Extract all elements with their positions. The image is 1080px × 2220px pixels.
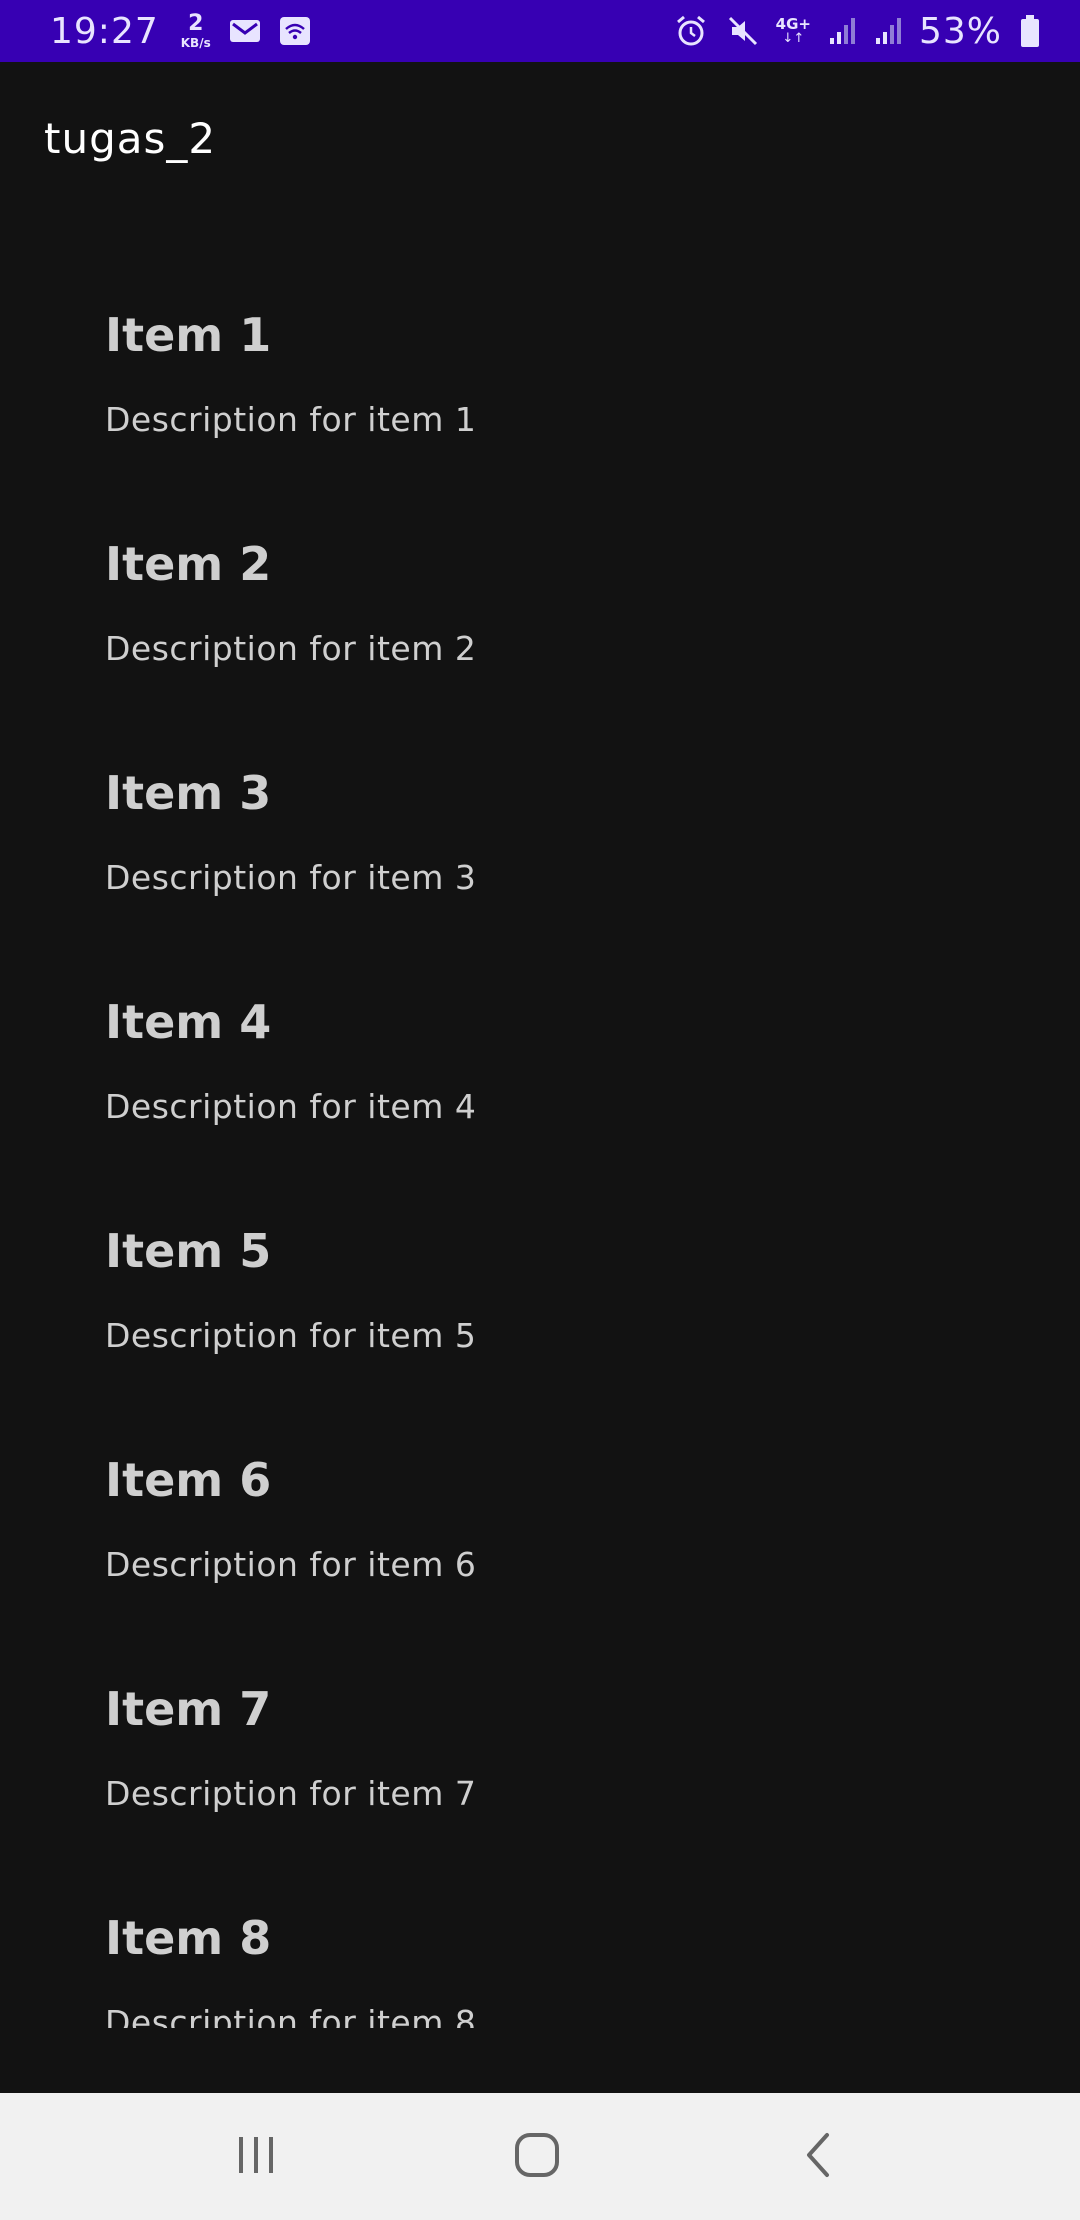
battery-percentage: 53% [918, 10, 1002, 52]
gmail-icon [229, 19, 261, 43]
list-item[interactable]: Item 4 Description for item 4 [0, 995, 1080, 1224]
recents-button[interactable] [176, 2093, 336, 2220]
item-description: Description for item 6 [105, 1545, 477, 1584]
network-type-label: 4G+ [775, 15, 811, 33]
status-time: 19:27 [50, 10, 159, 52]
list-item[interactable]: Item 3 Description for item 3 [0, 766, 1080, 995]
alarm-icon [674, 14, 708, 48]
list-item[interactable]: Item 5 Description for item 5 [0, 1224, 1080, 1453]
item-description: Description for item 5 [105, 1316, 477, 1355]
item-list-content: Item 1 Description for item 1 Item 2 Des… [0, 308, 1080, 2028]
back-icon [799, 2131, 839, 2183]
back-button[interactable] [739, 2093, 899, 2220]
item-title: Item 8 [105, 1911, 272, 1965]
list-item[interactable]: Item 1 Description for item 1 [0, 308, 1080, 537]
item-title: Item 5 [105, 1224, 272, 1278]
home-button[interactable] [457, 2093, 617, 2220]
item-description: Description for item 4 [105, 1087, 477, 1126]
battery-icon [1020, 14, 1040, 48]
item-title: Item 6 [105, 1453, 272, 1507]
status-bar-left: 19:27 2 KB/s [50, 11, 311, 52]
signal-icon [829, 16, 857, 46]
list-item[interactable]: Item 8 Description for item 8 [0, 1911, 1080, 2028]
item-title: Item 1 [105, 308, 272, 362]
item-title: Item 3 [105, 766, 272, 820]
list-item[interactable]: Item 7 Description for item 7 [0, 1682, 1080, 1911]
mute-icon [726, 14, 760, 48]
item-description: Description for item 3 [105, 858, 477, 897]
item-description: Description for item 2 [105, 629, 477, 668]
item-description: Description for item 7 [105, 1774, 477, 1813]
network-speed: 2 KB/s [180, 11, 211, 50]
wifi-icon [279, 16, 311, 46]
home-icon [513, 2131, 561, 2183]
status-bar-right: 4G+ ↓↑ 53% [656, 11, 1040, 52]
app-title: tugas_2 [44, 114, 217, 163]
item-list[interactable]: Item 1 Description for item 1 Item 2 Des… [0, 218, 1080, 2028]
network-speed-value: 2 [188, 11, 204, 36]
app-bar: tugas_2 [0, 62, 1080, 218]
list-item[interactable]: Item 2 Description for item 2 [0, 537, 1080, 766]
item-title: Item 7 [105, 1682, 272, 1736]
network-type: 4G+ ↓↑ [775, 15, 811, 46]
network-activity-arrows: ↓↑ [782, 31, 805, 46]
status-bar: 19:27 2 KB/s 4G+ ↓↑ 53% [0, 0, 1080, 62]
item-title: Item 4 [105, 995, 272, 1049]
item-title: Item 2 [105, 537, 272, 591]
signal-icon [875, 16, 903, 46]
item-description: Description for item 1 [105, 400, 477, 439]
item-description: Description for item 8 [105, 2003, 477, 2028]
network-speed-unit: KB/s [180, 36, 211, 50]
recents-icon [234, 2133, 278, 2181]
navigation-bar [0, 2093, 1080, 2220]
list-item[interactable]: Item 6 Description for item 6 [0, 1453, 1080, 1682]
